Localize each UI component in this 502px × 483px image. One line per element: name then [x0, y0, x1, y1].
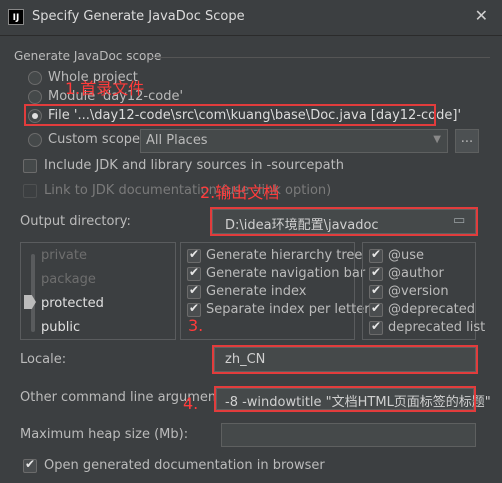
- close-icon[interactable]: ✕: [475, 6, 488, 25]
- author-tag-label[interactable]: @author: [388, 266, 444, 281]
- output-directory-label: Output directory:: [20, 214, 131, 229]
- window-title: Specify Generate JavaDoc Scope: [32, 9, 245, 24]
- separate-index-checkbox[interactable]: [187, 301, 201, 317]
- visibility-slider-track[interactable]: [31, 254, 35, 332]
- hierarchy-tree-label[interactable]: Generate hierarchy tree: [206, 248, 362, 263]
- scope-section-title: Generate JavaDoc scope: [14, 49, 162, 63]
- open-browser-checkbox[interactable]: [23, 457, 37, 473]
- include-jdk-checkbox[interactable]: [23, 159, 37, 173]
- visibility-package[interactable]: package: [41, 272, 96, 287]
- include-jdk-label[interactable]: Include JDK and library sources in -sour…: [44, 158, 344, 173]
- heap-size-field[interactable]: [221, 423, 476, 447]
- annotation-box-locale: [212, 345, 478, 374]
- link-jdk-label: Link to JDK documentation (use -link opt…: [44, 183, 332, 198]
- annotation-1: 1.首录文件: [65, 79, 145, 98]
- version-tag-label[interactable]: @version: [388, 284, 449, 299]
- version-tag-checkbox[interactable]: [369, 283, 383, 299]
- annotation-box-args: [214, 386, 476, 412]
- custom-scope-select[interactable]: All Places ▼: [140, 129, 448, 153]
- other-args-label: Other command line arguments:: [20, 390, 233, 405]
- visibility-protected[interactable]: protected: [41, 296, 104, 311]
- visibility-private[interactable]: private: [41, 248, 87, 263]
- link-jdk-checkbox[interactable]: [23, 184, 37, 198]
- intellij-app-icon: IJ: [8, 9, 24, 25]
- locale-label: Locale:: [20, 352, 67, 367]
- custom-scope-radio[interactable]: [28, 133, 42, 147]
- generate-index-checkbox[interactable]: [187, 283, 201, 299]
- visibility-public[interactable]: public: [41, 320, 80, 335]
- open-browser-label[interactable]: Open generated documentation in browser: [44, 458, 325, 473]
- deprecated-list-label[interactable]: deprecated list: [388, 320, 485, 335]
- navigation-bar-label[interactable]: Generate navigation bar: [206, 266, 365, 281]
- heap-size-label: Maximum heap size (Mb):: [20, 427, 189, 442]
- deprecated-tag-label[interactable]: @deprecated: [388, 302, 475, 317]
- custom-scope-label[interactable]: Custom scope: [48, 132, 140, 147]
- chevron-down-icon: ▼: [433, 134, 441, 145]
- annotation-3: 3.: [188, 316, 204, 335]
- annotation-box-file: [24, 104, 436, 126]
- use-tag-checkbox[interactable]: [369, 247, 383, 263]
- section-divider: [150, 57, 490, 58]
- annotation-2: 2.输出文档: [200, 183, 280, 202]
- annotation-4: 4.: [183, 394, 199, 413]
- whole-project-radio[interactable]: [28, 71, 42, 85]
- title-bar: IJ Specify Generate JavaDoc Scope ✕: [0, 0, 502, 36]
- separate-index-label[interactable]: Separate index per letter: [206, 302, 370, 317]
- module-radio[interactable]: [28, 90, 42, 104]
- author-tag-checkbox[interactable]: [369, 265, 383, 281]
- custom-scope-value: All Places: [146, 133, 208, 148]
- generate-index-label[interactable]: Generate index: [206, 284, 306, 299]
- annotation-box-output: [210, 207, 478, 236]
- hierarchy-tree-checkbox[interactable]: [187, 247, 201, 263]
- deprecated-tag-checkbox[interactable]: [369, 301, 383, 317]
- browse-scope-button[interactable]: ...: [455, 129, 479, 153]
- deprecated-list-checkbox[interactable]: [369, 319, 383, 335]
- use-tag-label[interactable]: @use: [388, 248, 424, 263]
- navigation-bar-checkbox[interactable]: [187, 265, 201, 281]
